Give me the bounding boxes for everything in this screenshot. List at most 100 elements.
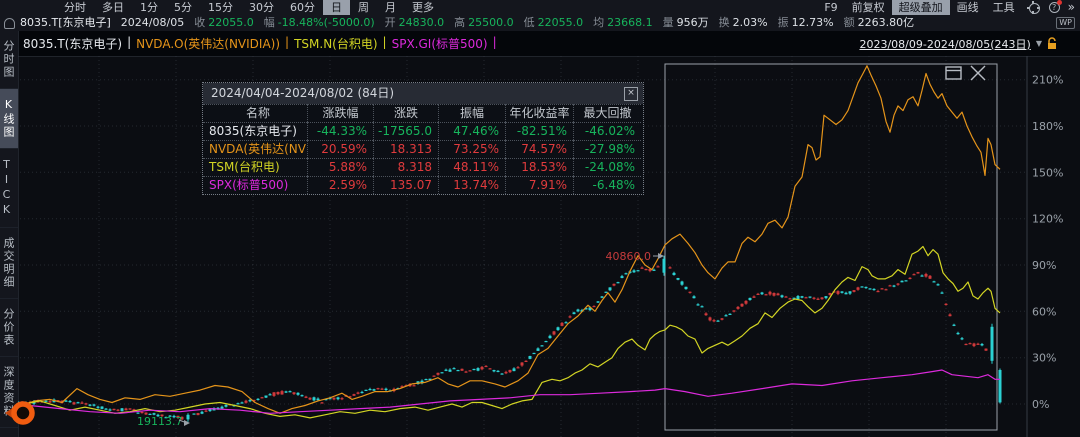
candle-body: [101, 407, 104, 409]
y-axis-tick: 120%: [1032, 213, 1063, 226]
candle-body: [909, 278, 912, 279]
toolbar-button-画线[interactable]: 画线: [950, 0, 986, 15]
stats-value: 47.46%: [438, 122, 505, 140]
chevron-right-icon[interactable]: »: [1066, 0, 1077, 15]
candle-body: [85, 403, 88, 404]
candle-body: [701, 306, 704, 307]
candle-body: [941, 293, 944, 294]
sidebar-item-TICK[interactable]: TICK: [0, 149, 18, 228]
gear-icon[interactable]: [1027, 1, 1040, 14]
tab-60分[interactable]: 60分: [282, 0, 323, 15]
tab-更多[interactable]: 更多: [404, 0, 442, 15]
candle-body: [125, 409, 128, 411]
y-axis-tick: 30%: [1032, 352, 1056, 365]
tab-周[interactable]: 周: [350, 0, 377, 15]
restore-icon[interactable]: [946, 67, 961, 79]
candle-body: [285, 391, 288, 392]
tab-分时[interactable]: 分时: [56, 0, 94, 15]
candle-body: [73, 402, 76, 404]
unlock-icon[interactable]: [1047, 37, 1058, 50]
candle-body: [573, 312, 576, 314]
candle-body: [197, 413, 200, 415]
overlay-item[interactable]: SPX.GI(标普500): [392, 35, 488, 52]
overlay-line-TSM.N: [18, 247, 1000, 418]
selection-box[interactable]: [665, 64, 997, 430]
close-icon[interactable]: ×: [624, 87, 638, 101]
field-value-收: 22055.0: [208, 15, 254, 31]
candle-body: [341, 398, 344, 399]
sidebar-item-分价表[interactable]: 分价表: [0, 299, 18, 357]
candle-body: [281, 391, 284, 394]
candle-body: [425, 379, 428, 380]
y-axis-tick: 210%: [1032, 74, 1063, 87]
toolbar-right: F9前复权超级叠加画线工具 ? »: [817, 0, 1080, 15]
candle-body: [709, 317, 712, 320]
candle-body: [885, 289, 888, 290]
overlay-item[interactable]: NVDA.O(英伟达(NVIDIA)): [136, 35, 280, 52]
candle-body: [529, 356, 532, 359]
candle-body: [613, 284, 616, 286]
candle-body: [321, 402, 324, 403]
candle-body: [897, 284, 900, 285]
toolbar-button-超级叠加[interactable]: 超级叠加: [892, 0, 950, 15]
candle-body: [437, 373, 440, 375]
help-icon[interactable]: ?: [1048, 1, 1061, 14]
quote-symbol: 8035.T[东京电子]: [20, 15, 111, 31]
tab-月[interactable]: 月: [377, 0, 404, 15]
candle-body: [373, 389, 376, 391]
sidebar-item-成交明细[interactable]: 成交明细: [0, 228, 18, 299]
overlay-separator: |: [285, 35, 289, 52]
overlay-item[interactable]: 8035.T(东京电子): [23, 35, 122, 52]
candle-body: [789, 298, 792, 299]
candle-body: [737, 307, 740, 309]
stats-header-row: 名称涨跌幅涨跌振幅年化收益率最大回撤: [203, 104, 643, 122]
candle-body: [465, 372, 468, 373]
candle-body: [305, 397, 308, 398]
compare-date-range[interactable]: 2023/08/09-2024/08/05(243日): [859, 36, 1030, 52]
stats-value: -6.48%: [573, 176, 641, 194]
candle-body: [81, 403, 84, 404]
candle-body: [869, 288, 872, 289]
stats-value: 20.59%: [307, 140, 373, 158]
sidebar-item-K线图[interactable]: K线图: [0, 89, 18, 149]
wp-badge[interactable]: WP: [1056, 17, 1075, 29]
tab-15分[interactable]: 15分: [200, 0, 241, 15]
tab-日[interactable]: 日: [323, 0, 350, 15]
field-value-量: 956万: [677, 15, 709, 31]
quote-date: 2024/08/05: [121, 15, 184, 31]
candle-body: [633, 270, 636, 272]
toolbar-button-前复权[interactable]: 前复权: [845, 0, 892, 15]
sidebar-item-分时图[interactable]: 分时图: [0, 31, 18, 89]
candle-body: [663, 259, 666, 273]
candle-body: [621, 276, 624, 278]
candle-body: [381, 389, 384, 390]
chevron-down-icon[interactable]: ▼: [1036, 39, 1042, 48]
candle-body: [193, 414, 196, 415]
candle-body: [949, 314, 952, 316]
toolbar-button-F9[interactable]: F9: [817, 0, 844, 15]
tab-1分[interactable]: 1分: [132, 0, 166, 15]
candle-body: [521, 363, 524, 366]
candle-body: [961, 338, 964, 339]
candle-body: [385, 389, 388, 390]
candle-body: [221, 407, 224, 409]
candle-body: [301, 395, 304, 396]
tab-多日[interactable]: 多日: [94, 0, 132, 15]
tab-30分[interactable]: 30分: [241, 0, 282, 15]
candle-body: [689, 292, 692, 293]
tab-5分[interactable]: 5分: [166, 0, 200, 15]
candle-body: [549, 336, 552, 338]
candle-body: [569, 316, 572, 317]
candle-body: [245, 401, 248, 403]
candle-body: [817, 299, 820, 300]
candle-body: [965, 344, 968, 345]
candle-body: [999, 370, 1002, 402]
overlay-item[interactable]: TSM.N(台积电): [294, 35, 377, 52]
stats-value: -44.33%: [307, 122, 373, 140]
candle-body: [65, 401, 68, 402]
candle-body: [269, 394, 272, 395]
candle-body: [201, 412, 204, 414]
toolbar-button-工具[interactable]: 工具: [986, 0, 1022, 15]
candle-body: [593, 306, 596, 307]
candle-body: [929, 276, 932, 279]
